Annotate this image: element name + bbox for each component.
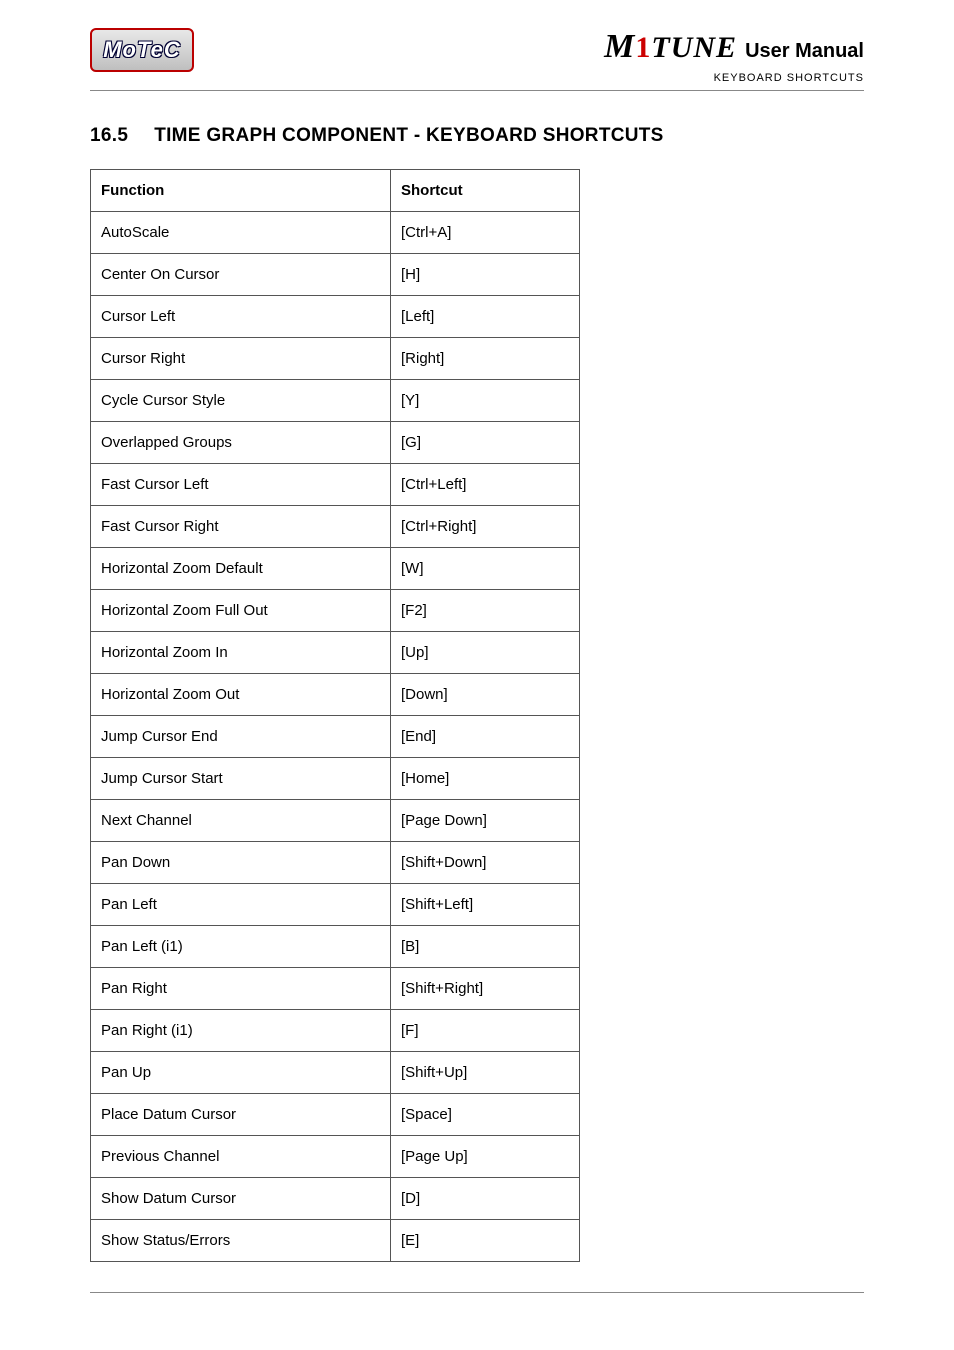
table-row: Previous Channel[Page Up] <box>91 1136 580 1178</box>
table-row: Pan Left[Shift+Left] <box>91 884 580 926</box>
table-row: Pan Down[Shift+Down] <box>91 842 580 884</box>
shortcut-cell: [Ctrl+A] <box>391 212 580 254</box>
shortcuts-table: Function Shortcut AutoScale[Ctrl+A]Cente… <box>90 169 580 1262</box>
shortcut-cell: [Home] <box>391 758 580 800</box>
function-cell: Horizontal Zoom Full Out <box>91 590 391 632</box>
section-title-text: TIME GRAPH COMPONENT - KEYBOARD SHORTCUT… <box>154 125 663 146</box>
table-row: Fast Cursor Left[Ctrl+Left] <box>91 464 580 506</box>
shortcut-cell: [Page Up] <box>391 1136 580 1178</box>
shortcut-cell: [E] <box>391 1220 580 1262</box>
shortcut-cell: [End] <box>391 716 580 758</box>
function-cell: Show Datum Cursor <box>91 1178 391 1220</box>
shortcut-cell: [Ctrl+Left] <box>391 464 580 506</box>
table-row: Fast Cursor Right[Ctrl+Right] <box>91 506 580 548</box>
function-cell: Place Datum Cursor <box>91 1094 391 1136</box>
function-cell: Center On Cursor <box>91 254 391 296</box>
brand-tune: TUNE <box>651 31 737 64</box>
shortcut-cell: [D] <box>391 1178 580 1220</box>
shortcut-cell: [Down] <box>391 674 580 716</box>
function-cell: Jump Cursor Start <box>91 758 391 800</box>
table-row: Horizontal Zoom Full Out[F2] <box>91 590 580 632</box>
function-cell: Pan Left <box>91 884 391 926</box>
table-row: Pan Left (i1)[B] <box>91 926 580 968</box>
shortcut-cell: [Up] <box>391 632 580 674</box>
shortcut-cell: [Right] <box>391 338 580 380</box>
col-shortcut: Shortcut <box>391 170 580 212</box>
shortcut-cell: [Shift+Right] <box>391 968 580 1010</box>
shortcut-cell: [Ctrl+Right] <box>391 506 580 548</box>
table-row: Jump Cursor End[End] <box>91 716 580 758</box>
table-row: Cursor Right[Right] <box>91 338 580 380</box>
brand-one: 1 <box>635 31 651 64</box>
table-row: Horizontal Zoom In[Up] <box>91 632 580 674</box>
function-cell: Pan Up <box>91 1052 391 1094</box>
function-cell: Pan Down <box>91 842 391 884</box>
table-row: Cycle Cursor Style[Y] <box>91 380 580 422</box>
shortcut-cell: [Page Down] <box>391 800 580 842</box>
shortcut-cell: [Space] <box>391 1094 580 1136</box>
function-cell: Previous Channel <box>91 1136 391 1178</box>
shortcut-cell: [W] <box>391 548 580 590</box>
function-cell: Cycle Cursor Style <box>91 380 391 422</box>
table-row: Show Status/Errors[E] <box>91 1220 580 1262</box>
table-row: Horizontal Zoom Default[W] <box>91 548 580 590</box>
function-cell: Horizontal Zoom Out <box>91 674 391 716</box>
function-cell: Cursor Left <box>91 296 391 338</box>
shortcut-cell: [F2] <box>391 590 580 632</box>
shortcut-cell: [Shift+Up] <box>391 1052 580 1094</box>
table-row: Pan Up[Shift+Up] <box>91 1052 580 1094</box>
shortcut-cell: [Left] <box>391 296 580 338</box>
header-right: M1TUNE User Manual KEYBOARD SHORTCUTS <box>604 28 864 84</box>
shortcut-cell: [Shift+Left] <box>391 884 580 926</box>
brand-m1tune: M1TUNE <box>604 28 737 66</box>
table-row: Jump Cursor Start[Home] <box>91 758 580 800</box>
function-cell: Horizontal Zoom In <box>91 632 391 674</box>
table-row: Pan Right (i1)[F] <box>91 1010 580 1052</box>
shortcut-cell: [Shift+Down] <box>391 842 580 884</box>
function-cell: Horizontal Zoom Default <box>91 548 391 590</box>
function-cell: Fast Cursor Right <box>91 506 391 548</box>
table-row: Horizontal Zoom Out[Down] <box>91 674 580 716</box>
function-cell: Pan Left (i1) <box>91 926 391 968</box>
shortcut-cell: [B] <box>391 926 580 968</box>
table-row: Overlapped Groups[G] <box>91 422 580 464</box>
motec-logo: MoTeC <box>90 28 194 72</box>
function-cell: Fast Cursor Left <box>91 464 391 506</box>
function-cell: Pan Right <box>91 968 391 1010</box>
function-cell: Pan Right (i1) <box>91 1010 391 1052</box>
function-cell: Next Channel <box>91 800 391 842</box>
table-row: AutoScale[Ctrl+A] <box>91 212 580 254</box>
shortcut-cell: [H] <box>391 254 580 296</box>
section-title: 16.5 TIME GRAPH COMPONENT - KEYBOARD SHOR… <box>90 125 864 147</box>
shortcut-cell: [Y] <box>391 380 580 422</box>
footer-rule <box>90 1292 864 1293</box>
user-manual-label: User Manual <box>745 40 864 63</box>
shortcut-cell: [G] <box>391 422 580 464</box>
table-row: Show Datum Cursor[D] <box>91 1178 580 1220</box>
table-row: Next Channel[Page Down] <box>91 800 580 842</box>
brand-m: M <box>604 28 635 65</box>
col-function: Function <box>91 170 391 212</box>
function-cell: Jump Cursor End <box>91 716 391 758</box>
header-subhead: KEYBOARD SHORTCUTS <box>604 72 864 84</box>
table-row: Center On Cursor[H] <box>91 254 580 296</box>
page-header: MoTeC M1TUNE User Manual KEYBOARD SHORTC… <box>90 28 864 91</box>
table-row: Place Datum Cursor[Space] <box>91 1094 580 1136</box>
section-number: 16.5 <box>90 125 128 146</box>
table-row: Pan Right[Shift+Right] <box>91 968 580 1010</box>
function-cell: Show Status/Errors <box>91 1220 391 1262</box>
table-row: Cursor Left[Left] <box>91 296 580 338</box>
function-cell: AutoScale <box>91 212 391 254</box>
function-cell: Overlapped Groups <box>91 422 391 464</box>
shortcut-cell: [F] <box>391 1010 580 1052</box>
function-cell: Cursor Right <box>91 338 391 380</box>
table-header-row: Function Shortcut <box>91 170 580 212</box>
